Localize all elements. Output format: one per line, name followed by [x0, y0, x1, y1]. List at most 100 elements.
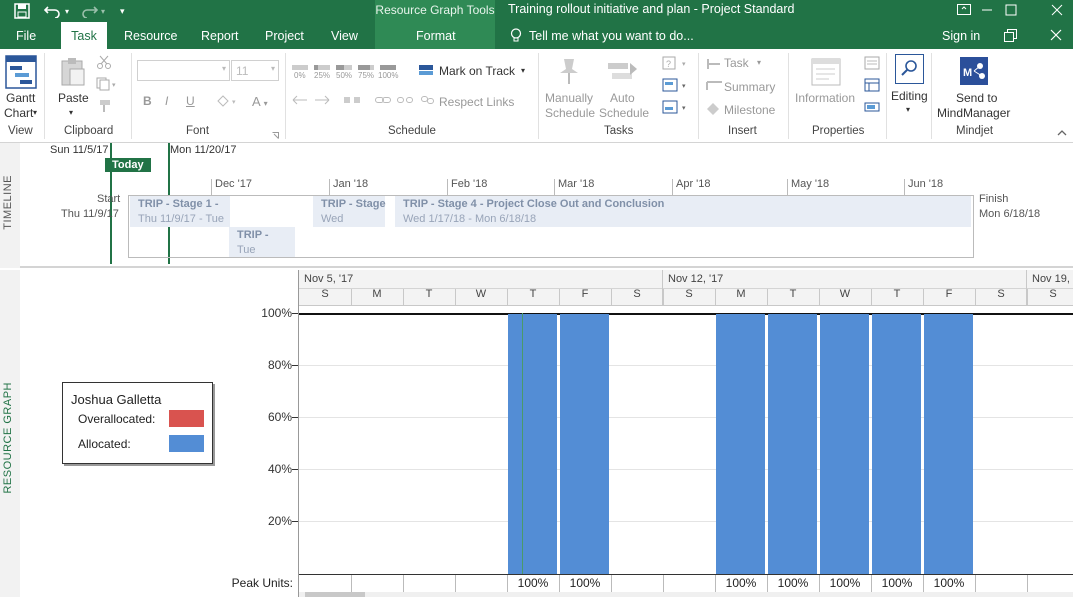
restore-window-icon[interactable]: [1004, 29, 1017, 45]
group-separator: [886, 53, 887, 139]
mark-on-track-icon[interactable]: [419, 63, 435, 80]
paste-icon[interactable]: [60, 57, 86, 90]
gantt-chart-label-2[interactable]: Chart: [4, 106, 33, 120]
lightbulb-icon: [510, 28, 522, 46]
bold-icon[interactable]: B: [143, 94, 152, 108]
summary-icon[interactable]: [706, 80, 724, 95]
unlink-tasks-icon[interactable]: [397, 94, 413, 109]
fill-color-icon[interactable]: ▾: [215, 93, 241, 112]
month-tick: [211, 179, 212, 195]
save-icon[interactable]: [14, 0, 30, 22]
auto-schedule-label-2[interactable]: Schedule: [599, 106, 649, 120]
editing-label[interactable]: Editing: [891, 89, 928, 103]
inspect-icon[interactable]: ? ▾: [662, 56, 690, 73]
font-family-combo[interactable]: ▾: [137, 60, 230, 81]
cut-icon[interactable]: [96, 55, 112, 72]
timeline-pane[interactable]: TIMELINE Sun 11/5/17 Mon 11/20/17 Today …: [0, 143, 1073, 268]
tab-project[interactable]: Project: [257, 22, 312, 49]
find-icon[interactable]: [895, 54, 924, 84]
tab-resource[interactable]: Resource: [116, 22, 186, 49]
day-label: F: [581, 288, 589, 300]
manually-schedule-label-2[interactable]: Schedule: [545, 106, 595, 120]
y-axis: [298, 270, 299, 597]
split-task-icon[interactable]: [344, 94, 360, 109]
manually-schedule-icon[interactable]: [556, 57, 582, 88]
undo-icon[interactable]: [44, 0, 62, 22]
close-window-icon[interactable]: [1050, 29, 1062, 44]
gantt-chart-dropdown-icon[interactable]: ▾: [33, 108, 37, 117]
indent-icon[interactable]: [314, 94, 330, 109]
group-separator: [698, 53, 699, 139]
redo-dropdown-icon[interactable]: ▾: [101, 0, 105, 22]
tab-report[interactable]: Report: [193, 22, 247, 49]
respect-links-label[interactable]: Respect Links: [439, 95, 514, 109]
milestone-icon[interactable]: [706, 102, 720, 119]
tab-task[interactable]: Task: [61, 22, 107, 50]
allocation-bar: [768, 314, 817, 574]
editing-dropdown-icon[interactable]: ▾: [906, 105, 910, 114]
format-painter-icon[interactable]: [96, 99, 112, 116]
timeline-task-bar[interactable]: TRIP - Stage Wed: [313, 196, 386, 227]
day-divider: [767, 289, 768, 306]
link-tasks-icon[interactable]: [375, 94, 391, 109]
information-label[interactable]: Information: [795, 91, 855, 105]
italic-icon[interactable]: I: [165, 94, 168, 108]
mark-on-track-dropdown-icon[interactable]: ▾: [521, 66, 525, 75]
redo-icon[interactable]: [80, 0, 98, 22]
send-to-label-2[interactable]: MindManager: [937, 106, 1010, 120]
details-icon[interactable]: [864, 78, 880, 95]
auto-schedule-label-1[interactable]: Auto: [610, 91, 635, 105]
day-divider: [663, 289, 664, 306]
close-icon[interactable]: [1034, 0, 1073, 22]
outdent-icon[interactable]: [292, 94, 308, 109]
copy-icon[interactable]: ▾: [96, 77, 118, 94]
insert-task-dropdown-icon[interactable]: ▾: [757, 58, 761, 67]
move-icon[interactable]: ▾: [662, 78, 690, 95]
tab-view[interactable]: View: [323, 22, 366, 49]
mark-on-track-label[interactable]: Mark on Track: [439, 64, 515, 78]
tab-format[interactable]: Format: [408, 22, 464, 49]
timeline-task-bar[interactable]: TRIP - Tue: [229, 227, 295, 257]
paste-dropdown-icon[interactable]: ▾: [69, 108, 73, 117]
send-to-label-1[interactable]: Send to: [956, 91, 997, 105]
font-size-combo[interactable]: 11 ▾: [231, 60, 279, 81]
group-font-label: Font: [186, 125, 210, 137]
mindmanager-icon[interactable]: M: [958, 55, 990, 90]
timeline-task-bar[interactable]: TRIP - Stage 1 - Thu 11/9/17 - Tue: [130, 196, 230, 227]
font-dialog-launcher-icon[interactable]: [272, 128, 279, 142]
maximize-icon[interactable]: [988, 0, 1034, 22]
scrollbar-thumb[interactable]: [305, 592, 365, 597]
respect-links-icon[interactable]: [421, 94, 435, 109]
collapse-ribbon-icon[interactable]: [1057, 126, 1067, 140]
add-to-timeline-icon[interactable]: [864, 100, 880, 117]
timeline-task-bar[interactable]: TRIP - Stage 4 - Project Close Out and C…: [395, 196, 971, 227]
resource-graph-pane[interactable]: RESOURCE GRAPH Joshua Galletta Overalloc…: [0, 270, 1073, 597]
milestone-label[interactable]: Milestone: [724, 103, 775, 117]
gantt-chart-label-1[interactable]: Gantt: [6, 91, 35, 105]
auto-schedule-icon[interactable]: [608, 59, 638, 88]
underline-icon[interactable]: U: [186, 94, 195, 108]
undo-dropdown-icon[interactable]: ▾: [65, 0, 69, 22]
paste-label[interactable]: Paste: [58, 91, 89, 105]
month-tick: [447, 179, 448, 195]
month-label: Jan '18: [333, 178, 369, 190]
summary-label[interactable]: Summary: [724, 80, 775, 94]
insert-task-label[interactable]: Task: [724, 56, 749, 70]
notes-icon[interactable]: [864, 56, 880, 73]
sign-in-link[interactable]: Sign in: [942, 22, 980, 50]
pct-50-label[interactable]: 50%: [336, 71, 352, 80]
pct-100-label[interactable]: 100%: [378, 71, 398, 80]
font-color-icon[interactable]: A ▾: [252, 94, 268, 109]
gantt-chart-icon[interactable]: [5, 55, 37, 92]
pct-75-label[interactable]: 75%: [358, 71, 374, 80]
tell-me-input[interactable]: Tell me what you want to do...: [529, 22, 694, 50]
tab-file[interactable]: File: [8, 22, 44, 49]
pct-25-label[interactable]: 25%: [314, 71, 330, 80]
pct-0-label[interactable]: 0%: [294, 71, 306, 80]
information-icon[interactable]: [811, 58, 841, 89]
insert-task-icon[interactable]: [706, 58, 722, 73]
horizontal-scrollbar[interactable]: [299, 592, 1073, 597]
customize-qat-icon[interactable]: ▾: [120, 0, 125, 22]
mode-icon[interactable]: ▾: [662, 100, 690, 117]
manually-schedule-label-1[interactable]: Manually: [545, 91, 593, 105]
